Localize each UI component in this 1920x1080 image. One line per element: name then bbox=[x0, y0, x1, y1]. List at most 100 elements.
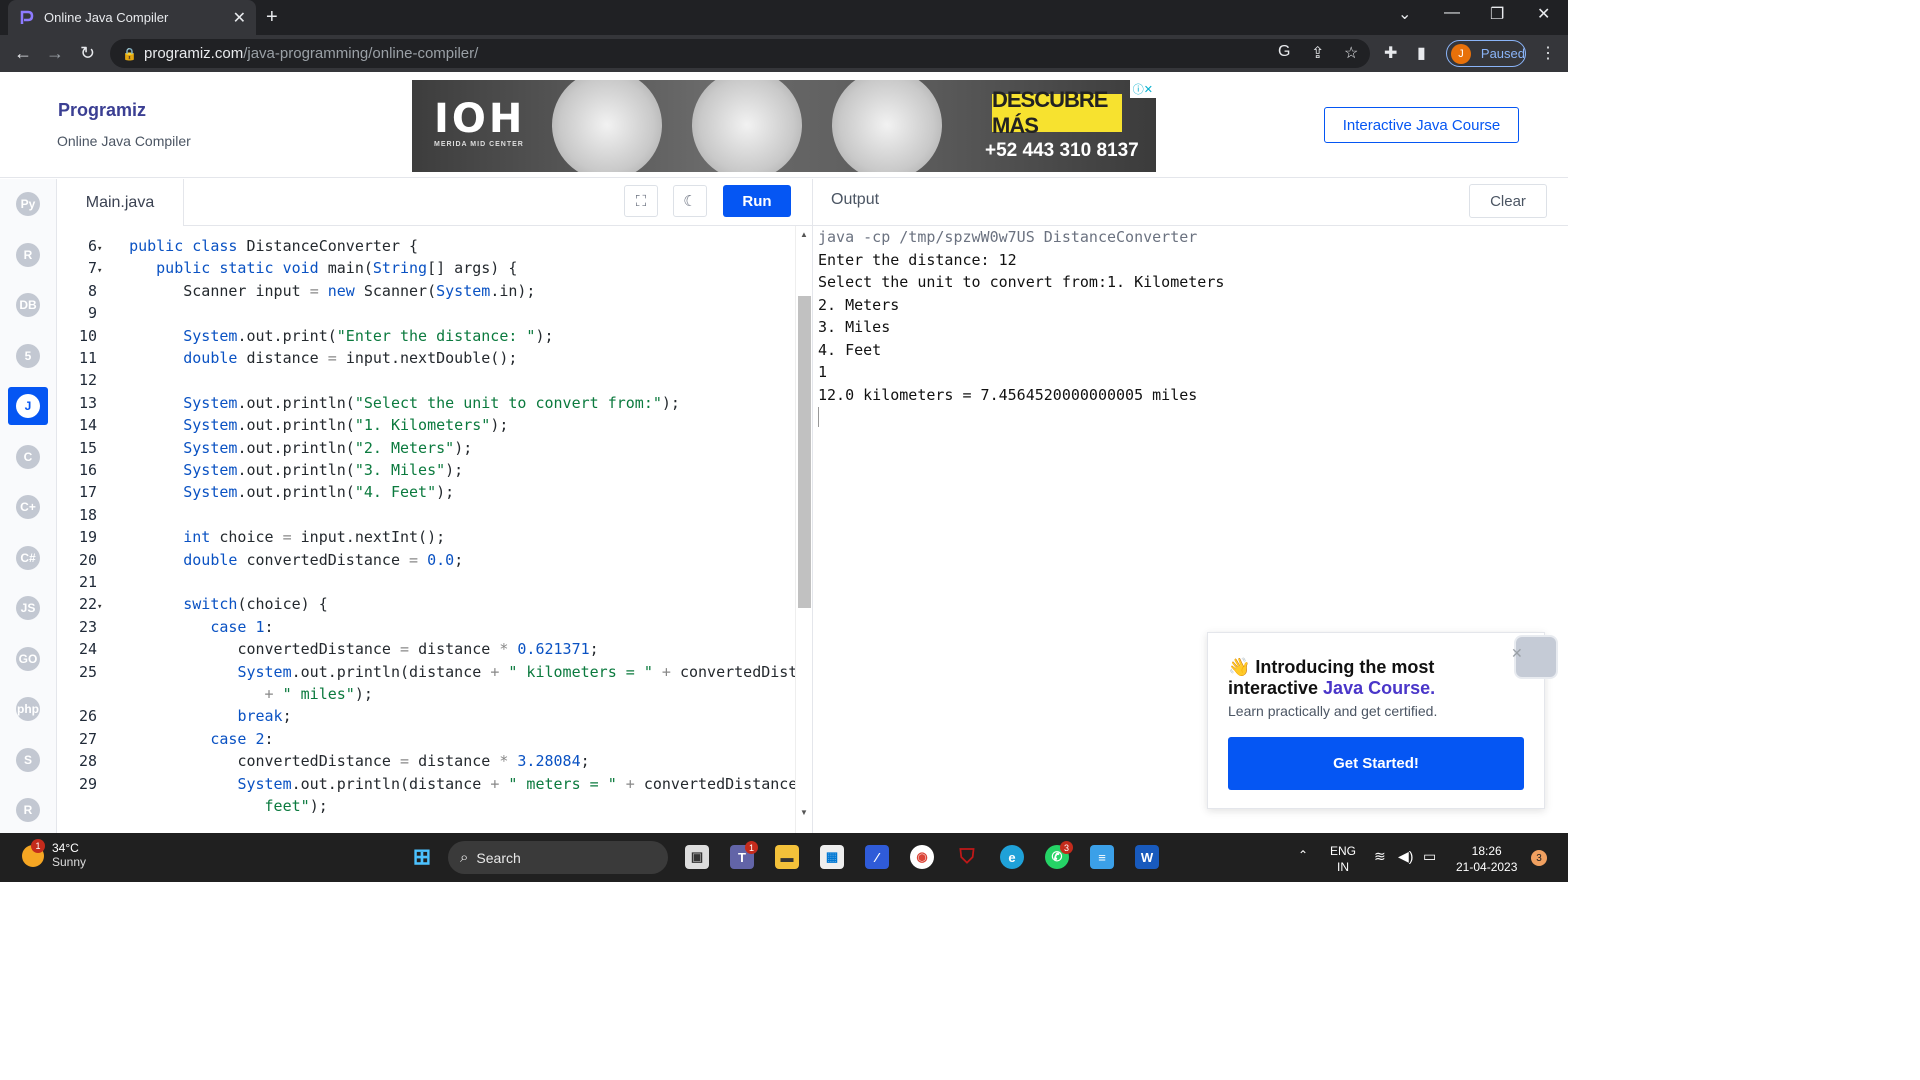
line-number: 10 bbox=[78, 326, 97, 345]
clear-button[interactable]: Clear bbox=[1469, 184, 1547, 218]
run-button[interactable]: Run bbox=[723, 185, 791, 217]
language-sidebar: Py R DB 5 J C C+ C# JS GO php S R bbox=[0, 179, 57, 833]
ad-choices-close-icon[interactable]: ⓘ✕ bbox=[1129, 80, 1156, 98]
forward-icon[interactable]: → bbox=[46, 43, 64, 64]
editor-toolbar: Main.java ⛶ ☾ Run bbox=[57, 179, 812, 226]
page-subtitle: Online Java Compiler bbox=[57, 133, 191, 149]
advertisement-banner[interactable]: IOH MERIDA MID CENTER DESCUBRE MÁS +52 4… bbox=[412, 80, 1156, 172]
language-r-button[interactable]: R bbox=[8, 236, 48, 274]
site-header: Programiz Online Java Compiler IOH MERID… bbox=[0, 72, 1568, 178]
code-line: 21 bbox=[57, 571, 795, 593]
url-bar[interactable]: 🔒 programiz.com/java-programming/online-… bbox=[110, 39, 1370, 68]
task-view-icon[interactable]: ▣ bbox=[685, 845, 709, 869]
language-html-button[interactable]: 5 bbox=[8, 337, 48, 375]
language-swift-button[interactable]: S bbox=[8, 741, 48, 779]
bookmark-star-icon[interactable]: ☆ bbox=[1344, 43, 1358, 63]
chrome-icon[interactable]: ◉ bbox=[910, 845, 934, 869]
menu-kebab-icon[interactable]: ⋮ bbox=[1540, 43, 1556, 63]
window-close-icon[interactable]: ✕ bbox=[1537, 4, 1550, 24]
windows-start-icon[interactable]: ⊞ bbox=[410, 844, 434, 869]
google-icon[interactable]: G bbox=[1278, 43, 1290, 61]
php-icon: php bbox=[16, 697, 40, 721]
extensions-icon[interactable]: ✚ bbox=[1384, 43, 1397, 63]
code-editor[interactable]: 6▾ public class DistanceConverter {7▾ pu… bbox=[57, 226, 795, 833]
code-line: 15 System.out.println("2. Meters"); bbox=[57, 437, 795, 459]
get-started-button[interactable]: Get Started! bbox=[1228, 737, 1524, 790]
code-line: 28 convertedDistance = distance * 3.2808… bbox=[57, 750, 795, 772]
programiz-logo[interactable]: Programiz bbox=[58, 100, 146, 121]
weather-temp: 34°C bbox=[52, 841, 79, 855]
restore-icon[interactable]: ❐ bbox=[1490, 4, 1504, 24]
promo-line2-accent: Java Course. bbox=[1323, 678, 1436, 698]
promo-heading: 👋 Introducing the most interactive Java … bbox=[1228, 657, 1528, 699]
tab-search-icon[interactable]: ⌄ bbox=[1398, 4, 1411, 24]
code-text: feet"); bbox=[264, 797, 328, 815]
minimize-icon[interactable]: — bbox=[1444, 4, 1460, 22]
tray-chevron-icon[interactable]: ⌃ bbox=[1298, 847, 1308, 863]
wifi-icon[interactable]: ≋ bbox=[1374, 848, 1386, 864]
fullscreen-icon[interactable]: ⛶ bbox=[624, 185, 658, 217]
line-number: 13 bbox=[78, 393, 97, 412]
line-number: 11 bbox=[78, 349, 97, 367]
output-line: 3. Miles bbox=[818, 318, 891, 336]
side-panel-icon[interactable]: ▮ bbox=[1417, 43, 1426, 63]
promo-close-icon[interactable]: ✕ bbox=[1511, 645, 1523, 662]
store-icon[interactable]: ▦ bbox=[820, 845, 844, 869]
output-line: Select the unit to convert from:1. Kilom… bbox=[818, 273, 1225, 291]
code-text: System.out.println("3. Miles"); bbox=[183, 461, 464, 479]
editor-scrollbar[interactable]: ▲ ▼ bbox=[795, 226, 812, 833]
language-cpp-button[interactable]: C+ bbox=[8, 488, 48, 526]
weather-widget[interactable]: 1 34°C Sunny bbox=[22, 839, 86, 869]
rust-icon: R bbox=[16, 798, 40, 822]
file-tab-main-java[interactable]: Main.java bbox=[57, 179, 184, 226]
language-rust-button[interactable]: R bbox=[8, 791, 48, 829]
language-csharp-button[interactable]: C# bbox=[8, 539, 48, 577]
language-php-button[interactable]: php bbox=[8, 690, 48, 728]
file-explorer-icon[interactable]: ▬ bbox=[775, 845, 799, 869]
browser-tab-bar: Online Java Compiler ✕ + ⌄ — ❐ ✕ bbox=[0, 0, 1568, 35]
code-line: 7▾ public static void main(String[] args… bbox=[57, 257, 795, 279]
language-sql-button[interactable]: DB bbox=[8, 286, 48, 324]
language-c-button[interactable]: C bbox=[8, 438, 48, 476]
language-js-button[interactable]: JS bbox=[8, 589, 48, 627]
interactive-course-button[interactable]: Interactive Java Course bbox=[1324, 107, 1519, 143]
language-indicator[interactable]: ENG IN bbox=[1330, 843, 1356, 875]
notepad-icon[interactable]: ≡ bbox=[1090, 845, 1114, 869]
edge-icon[interactable]: e bbox=[1000, 845, 1024, 869]
ad-cta[interactable]: DESCUBRE MÁS bbox=[992, 87, 1122, 138]
course-promo-popup: 👋 Introducing the most interactive Java … bbox=[1207, 632, 1558, 809]
code-text: int choice = input.nextInt(); bbox=[183, 528, 446, 547]
notification-badge[interactable]: 3 bbox=[1531, 850, 1547, 866]
profile-status: Paused bbox=[1480, 46, 1525, 61]
mcafee-icon[interactable]: ⛉ bbox=[955, 845, 979, 869]
language-go-button[interactable]: GO bbox=[8, 640, 48, 678]
scroll-down-icon[interactable]: ▼ bbox=[800, 808, 808, 817]
dark-mode-icon[interactable]: ☾ bbox=[673, 185, 707, 217]
clock[interactable]: 18:26 21-04-2023 bbox=[1456, 843, 1517, 875]
taskbar-search[interactable]: ⌕ Search bbox=[448, 841, 668, 874]
volume-icon[interactable]: ◀) bbox=[1398, 848, 1413, 864]
code-line: 29 System.out.println(distance + " meter… bbox=[57, 773, 795, 795]
profile-button[interactable]: J Paused bbox=[1446, 40, 1526, 67]
battery-icon[interactable]: ▭ bbox=[1423, 848, 1436, 864]
back-icon[interactable]: ← bbox=[14, 43, 32, 64]
scrollbar-thumb[interactable] bbox=[798, 296, 811, 608]
ad-phone: +52 443 310 8137 bbox=[985, 140, 1139, 161]
app-icon[interactable]: ⁄ bbox=[865, 845, 889, 869]
new-tab-icon[interactable]: + bbox=[266, 6, 278, 29]
word-icon[interactable]: W bbox=[1135, 845, 1159, 869]
line-number: 18 bbox=[78, 505, 97, 524]
line-number: 24 bbox=[78, 640, 97, 659]
language-python-button[interactable]: Py bbox=[8, 185, 48, 223]
reload-icon[interactable]: ↻ bbox=[80, 43, 95, 64]
scroll-up-icon[interactable]: ▲ bbox=[800, 230, 808, 239]
ad-brand-sub: MERIDA MID CENTER bbox=[434, 141, 524, 148]
share-icon[interactable]: ⇪ bbox=[1311, 43, 1324, 63]
lang-code: ENG bbox=[1330, 844, 1357, 858]
browser-tab[interactable]: Online Java Compiler ✕ bbox=[8, 0, 256, 35]
line-number: 8 bbox=[87, 281, 97, 300]
code-text: double distance = input.nextDouble(); bbox=[183, 349, 518, 367]
language-java-button[interactable]: J bbox=[8, 387, 48, 425]
tab-close-icon[interactable]: ✕ bbox=[233, 8, 246, 28]
